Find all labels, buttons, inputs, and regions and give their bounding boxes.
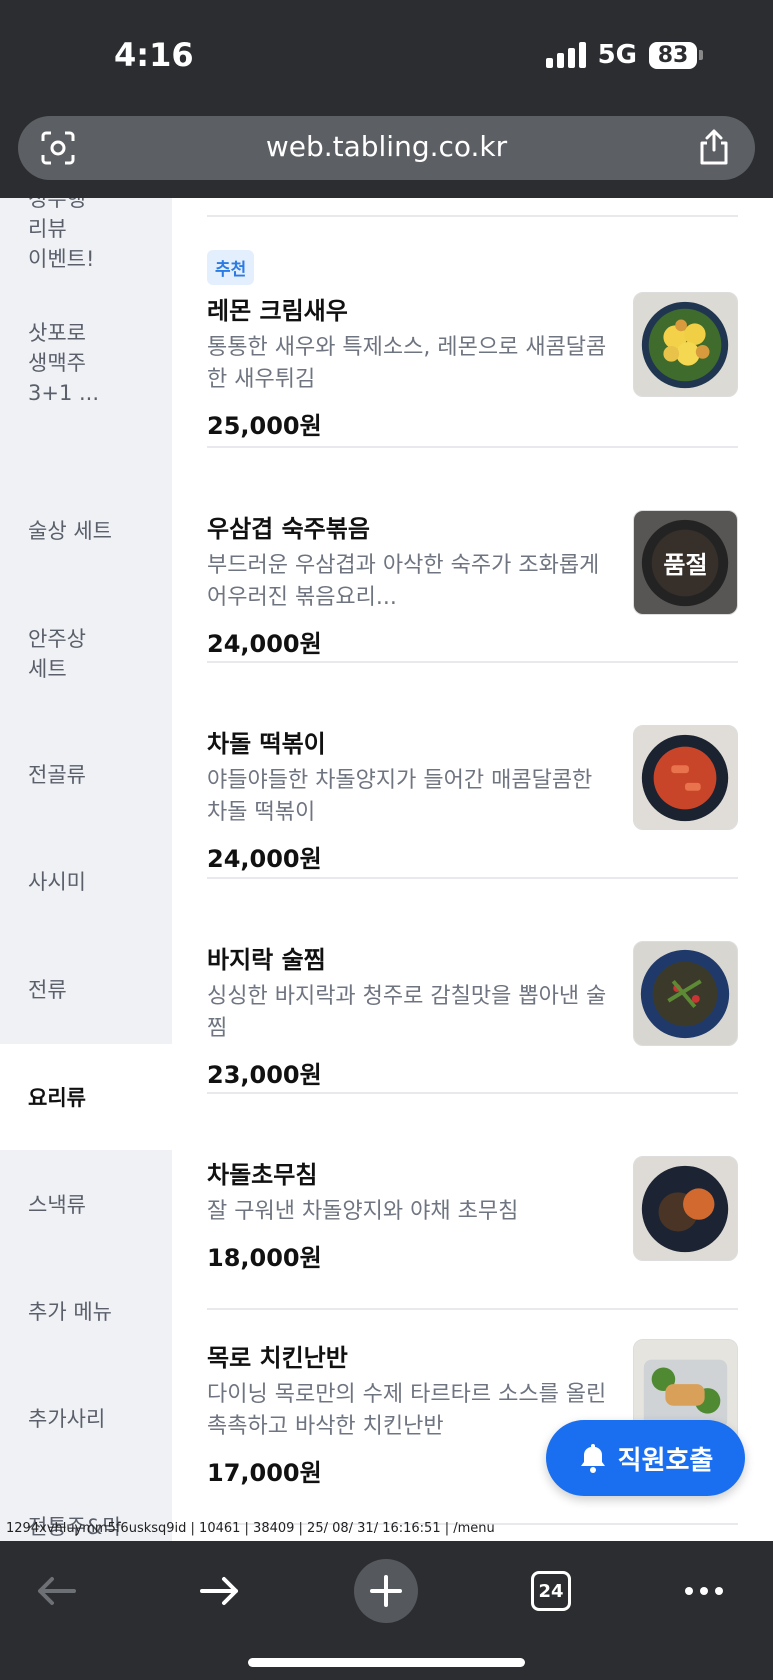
item-desc: 부드러운 우삼겹과 아삭한 숙주가 조화롭게 어우러진 볶음요리... <box>207 553 600 610</box>
sidebar-item-label: 술상 세트 <box>28 519 112 543</box>
battery-level: 83 <box>649 41 697 69</box>
menu-item-brisket-salad[interactable]: 차돌초무침 잘 구워낸 차돌양지와 야채 초무침 18,000원 <box>207 1156 738 1273</box>
url-text[interactable]: web.tabling.co.kr <box>18 130 755 163</box>
sidebar-item-extra-menu[interactable]: 추가 메뉴 <box>0 1297 172 1327</box>
more-button[interactable] <box>672 1559 736 1623</box>
back-arrow-icon <box>38 1577 76 1605</box>
sidebar-item-label: 삿포로 생맥주 3+1 ... <box>28 321 100 405</box>
menu-item-beef-bean-sprout[interactable]: 우삼겹 숙주볶음 부드러운 우삼겹과 아삭한 숙주가 조화롭게 어우러진 볶음요… <box>207 510 738 659</box>
item-price: 24,000원 <box>207 845 322 873</box>
debug-info: 1294xvhluymm5f6usksq9id | 10461 | 38409 … <box>6 1521 495 1536</box>
browser-toolbar: 24 <box>0 1541 773 1680</box>
status-indicators: 5G 83 <box>545 40 703 70</box>
item-price: 23,000원 <box>207 1061 322 1089</box>
clam-steamed-photo[interactable] <box>633 941 738 1046</box>
sidebar-item-label: 요리류 <box>28 1086 86 1110</box>
divider <box>207 446 738 448</box>
plus-icon <box>370 1575 402 1607</box>
sidebar-item-jeongol[interactable]: 전골류 <box>0 760 172 790</box>
sidebar-item-dishes[interactable]: 요리류 <box>0 1044 172 1150</box>
sidebar-item-sashimi[interactable]: 사시미 <box>0 867 172 897</box>
item-desc: 야들야들한 차돌양지가 들어간 매콤달콤한 차돌 떡볶이 <box>207 768 593 825</box>
sidebar-item-review-event[interactable]: 정주행 리뷰 이벤트! <box>0 198 172 279</box>
status-time: 4:16 <box>114 36 194 74</box>
tabs-button[interactable]: 24 <box>519 1559 583 1623</box>
home-indicator <box>248 1658 525 1667</box>
divider <box>207 1308 738 1310</box>
sidebar-item-label: 사시미 <box>28 870 86 894</box>
staff-call-label: 직원호출 <box>617 1445 714 1476</box>
sidebar-item-label: 정주행 리뷰 이벤트! <box>28 198 95 271</box>
divider <box>207 1092 738 1094</box>
menu-item-brisket-tteokbokki[interactable]: 차돌 떡볶이 야들야들한 차돌양지가 들어간 매콤달콤한 차돌 떡볶이 24,0… <box>207 725 738 874</box>
forward-arrow-icon <box>200 1577 238 1605</box>
item-price: 25,000원 <box>207 412 322 440</box>
menu-list: 추천 레몬 크림새우 통통한 새우와 특제소스, 레몬으로 새콤달콤한 새우튀김… <box>172 198 773 1541</box>
category-sidebar: 정주행 리뷰 이벤트! 삿포로 생맥주 3+1 ... 술상 세트 안주상 세트… <box>0 198 172 1541</box>
address-bar[interactable]: web.tabling.co.kr <box>18 116 755 180</box>
new-tab-button[interactable] <box>354 1559 418 1623</box>
item-desc: 싱싱한 바지락과 청주로 감칠맛을 뽑아낸 술찜 <box>207 984 607 1041</box>
sidebar-item-label: 추가 메뉴 <box>28 1300 112 1324</box>
more-icon <box>685 1587 723 1595</box>
sidebar-item-sapporo[interactable]: 삿포로 생맥주 3+1 ... <box>0 318 172 413</box>
recommend-badge: 추천 <box>207 250 255 285</box>
brisket-tteokbokki-photo[interactable] <box>633 725 738 830</box>
sold-out-overlay: 품절 <box>634 511 737 614</box>
sidebar-item-label: 추가사리 <box>28 1407 106 1431</box>
sidebar-item-label: 안주상 세트 <box>28 627 86 681</box>
beef-bean-sprout-photo[interactable]: 품절 <box>633 510 738 615</box>
bell-icon <box>580 1444 605 1473</box>
item-desc: 잘 구워낸 차돌양지와 야채 초무침 <box>207 1199 519 1224</box>
forward-button[interactable] <box>188 1559 252 1623</box>
signal-icon <box>545 42 586 68</box>
item-desc: 통통한 새우와 특제소스, 레몬으로 새콤달콤한 새우튀김 <box>207 335 607 392</box>
sidebar-item-anju-set[interactable]: 안주상 세트 <box>0 624 172 684</box>
menu-item-lemon-cream-shrimp[interactable]: 레몬 크림새우 통통한 새우와 특제소스, 레몬으로 새콤달콤한 새우튀김 25… <box>207 292 738 441</box>
network-type: 5G <box>597 40 637 70</box>
sidebar-item-jeon[interactable]: 전류 <box>0 975 172 1005</box>
item-desc: 다이닝 목로만의 수제 타르타르 소스를 올린 촉촉하고 바삭한 치킨난반 <box>207 1382 607 1439</box>
divider <box>207 877 738 879</box>
status-and-url-area: 4:16 5G 83 web.tabling.co.kr <box>0 0 773 198</box>
lemon-cream-shrimp-photo[interactable] <box>633 292 738 397</box>
sidebar-item-snacks[interactable]: 스낵류 <box>0 1190 172 1220</box>
sidebar-item-label: 전골류 <box>28 763 86 787</box>
tab-count: 24 <box>531 1571 571 1611</box>
sidebar-item-label: 스낵류 <box>28 1193 86 1217</box>
divider <box>207 661 738 663</box>
brisket-salad-photo[interactable] <box>633 1156 738 1261</box>
item-price: 24,000원 <box>207 630 322 658</box>
staff-call-button[interactable]: 직원호출 <box>546 1420 745 1496</box>
battery-icon: 83 <box>649 41 703 69</box>
sidebar-item-set[interactable]: 술상 세트 <box>0 516 172 546</box>
sidebar-item-label: 전류 <box>28 978 67 1002</box>
share-icon[interactable] <box>697 128 731 166</box>
sidebar-item-extra-noodles[interactable]: 추가사리 <box>0 1404 172 1434</box>
menu-item-clam-steamed[interactable]: 바지락 술찜 싱싱한 바지락과 청주로 감칠맛을 뽑아낸 술찜 23,000원 <box>207 941 738 1090</box>
divider <box>207 215 738 217</box>
back-button[interactable] <box>24 1559 88 1623</box>
